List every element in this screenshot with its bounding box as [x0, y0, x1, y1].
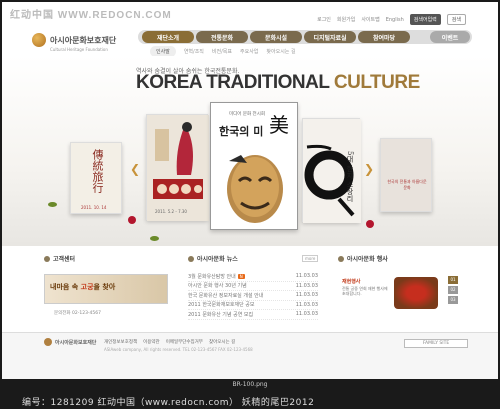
card-right-title: 5대 한지 소장리	[346, 151, 354, 202]
center-phone: 문의전화 02-123-4567	[54, 311, 102, 316]
customer-center-heading: 고객센터	[44, 254, 75, 263]
footer-logo: 아시아문화보호재단	[44, 338, 96, 346]
banner-text-1: 내마음 속	[50, 283, 81, 291]
nav-item-tradition[interactable]: 전통문화	[196, 31, 248, 43]
news-row-date: 11.03.03	[295, 282, 318, 289]
carousel-prev-icon[interactable]: ❮	[130, 162, 140, 176]
card-right-far-title: 한국의 전통과 아름다운 문화	[387, 179, 427, 190]
event-desc: 전통 궁중 연회 재현 행사에 초대합니다.	[342, 286, 388, 296]
footer-link-directions[interactable]: 찾아오시는 길	[209, 339, 235, 345]
carousel-next-icon[interactable]: ❯	[364, 162, 374, 176]
main-nav: 재단소개 전통문화 문화시설 디지털자료실 참여마당 이벤트	[138, 30, 472, 44]
news-row-date: 11.03.03	[295, 292, 318, 299]
event-name: 재현행사	[342, 279, 361, 285]
card-left-far-title: 傳統旅行	[91, 149, 104, 193]
leaf-icon	[48, 202, 57, 207]
news-title: 아시아문화 뉴스	[197, 256, 238, 263]
top-link-english[interactable]: English	[386, 17, 404, 23]
news-heading: 아시아문화 뉴스	[188, 254, 238, 263]
subnav-history[interactable]: 연혁/조직	[184, 48, 204, 55]
banner-text-highlight: 고궁	[80, 283, 94, 291]
news-row-date: 11.03.03	[295, 273, 318, 280]
image-caption: 编号：1281209 红动中国（www.redocn.com） 妖精的尾巴201…	[22, 398, 315, 408]
news-row-text: 2011 문화유산 기념 공연 모집	[188, 311, 254, 318]
event-page-3[interactable]: 03	[448, 296, 458, 304]
file-name-label: BR-100.png	[232, 381, 268, 388]
news-row-text: 아시안 문화 행사 30년 기념	[188, 283, 247, 290]
top-link-sitemap[interactable]: 사이트맵	[361, 16, 379, 23]
subnav-directions[interactable]: 찾아오시는 길	[266, 48, 295, 55]
news-row-text: 2011 한국문화재보호재단 공모	[188, 302, 255, 309]
footer-logo-icon	[44, 338, 52, 346]
event-pager: 01 02 03	[448, 276, 458, 304]
logo[interactable]: 아시아문화보호재단 Cultural Heritage Foundation	[32, 28, 116, 52]
drum-image[interactable]	[394, 277, 438, 309]
footer-link-privacy[interactable]: 개인정보보호정책	[104, 339, 137, 345]
bullet-icon	[188, 255, 194, 262]
news-row[interactable]: 3월 문화유산탐방 안내 N 11.03.03	[188, 272, 318, 282]
news-row-text: 3월 문화유산탐방 안내	[188, 273, 236, 280]
mask-image	[227, 155, 283, 223]
event-heading: 아시아문화 행사	[338, 254, 388, 263]
leaf-icon	[150, 236, 159, 241]
carousel-card-center[interactable]: 미디어 문화 전시회 한국의 미 美	[210, 102, 298, 230]
logo-text: 아시아문화보호재단	[50, 36, 117, 45]
banner-text-2: 을 찾아	[93, 283, 116, 291]
event-page-2[interactable]: 02	[448, 286, 458, 294]
card-center-title: 한국의 미	[219, 125, 264, 138]
news-row[interactable]: 한국 문화유산 정보자료실 개설 안내 11.03.03	[188, 291, 318, 301]
logo-mark-icon	[32, 33, 46, 47]
news-row[interactable]: 2011 한국문화재보호재단 공모 11.03.03	[188, 301, 318, 310]
search-button[interactable]: 검색	[446, 14, 466, 25]
nav-item-participate[interactable]: 참여마당	[358, 31, 410, 43]
bullet-icon	[338, 255, 344, 262]
nav-item-archive[interactable]: 디지털자료실	[304, 31, 356, 43]
customer-center-title: 고객센터	[53, 256, 76, 263]
news-more-button[interactable]: more	[302, 255, 319, 262]
top-link-join[interactable]: 회원가입	[337, 16, 355, 23]
page-frame: 红动中国 WWW.REDOCN.COM 로그인 회원가입 사이트맵 Englis…	[2, 2, 498, 379]
news-row-date: 11.03.03	[295, 301, 318, 308]
subnav-vision[interactable]: 비전/목표	[212, 48, 232, 55]
top-links: 로그인 회원가입 사이트맵 English 검색어입력 검색	[317, 14, 466, 25]
carousel-card-right[interactable]: 5대 한지 소장리	[302, 118, 361, 223]
card-center-char: 美	[269, 113, 289, 137]
news-list: 3월 문화유산탐방 안내 N 11.03.03 아시안 문화 행사 30년 기념 11…	[188, 272, 318, 320]
nav-item-about[interactable]: 재단소개	[142, 31, 194, 43]
palace-banner-text: 내마음 속 고궁을 찾아	[50, 282, 115, 292]
news-row-date: 11.03.03	[295, 311, 318, 318]
carousel-card-right-far[interactable]: 한국의 전통과 아름다운 문화	[380, 138, 432, 212]
carousel-card-left-far[interactable]: 傳統旅行 2011. 10. 14	[70, 142, 122, 214]
new-badge: N	[237, 273, 245, 279]
news-row[interactable]: 아시안 문화 행사 30년 기념 11.03.03	[188, 282, 318, 291]
logo-subtext: Cultural Heritage Foundation	[50, 47, 108, 52]
subnav-projects[interactable]: 주요사업	[240, 48, 258, 55]
nav-item-event[interactable]: 이벤트	[430, 31, 470, 43]
footer-logo-text: 아시아문화보호재단	[55, 339, 97, 346]
news-row[interactable]: 2011 문화유산 기념 공연 모집 11.03.03	[188, 310, 318, 320]
event-title: 아시아문화 행사	[347, 256, 388, 263]
event-page-1[interactable]: 01	[448, 276, 458, 284]
hero-title-accent: CULTURE	[333, 72, 420, 93]
search-input[interactable]: 검색어입력	[409, 14, 441, 25]
card-left-date: 2011. 5.2 - 7.30	[155, 209, 187, 214]
nav-item-facilities[interactable]: 문화시설	[250, 31, 302, 43]
footer-copyright: ASIAweb company, All rights reserved. TE…	[104, 347, 253, 352]
hero-title-main: KOREA TRADITIONAL	[136, 72, 334, 93]
watermark: 红动中国 WWW.REDOCN.COM	[10, 10, 172, 21]
card-center-top: 미디어 문화 전시회	[229, 112, 265, 117]
flower-icon	[128, 216, 136, 224]
top-link-login[interactable]: 로그인	[317, 16, 331, 23]
card-left-far-date: 2011. 10. 14	[81, 205, 107, 210]
hero-title: KOREA TRADITIONAL CULTURE	[136, 72, 420, 94]
footer-link-terms[interactable]: 이용약관	[143, 339, 160, 345]
footer-links: 개인정보보호정책 이용약관 이메일무단수집거부 찾아오시는 길	[104, 339, 235, 345]
carousel-card-left[interactable]: 2011. 5.2 - 7.30	[146, 114, 209, 221]
poster-dancer-image	[147, 115, 209, 221]
footer-link-email[interactable]: 이메일무단수집거부	[166, 339, 203, 345]
flower-icon	[366, 220, 374, 228]
news-row-text: 한국 문화유산 정보자료실 개설 안내	[188, 292, 264, 299]
bullet-icon	[44, 255, 50, 262]
family-site-select[interactable]: FAMILY SITE	[404, 339, 468, 348]
